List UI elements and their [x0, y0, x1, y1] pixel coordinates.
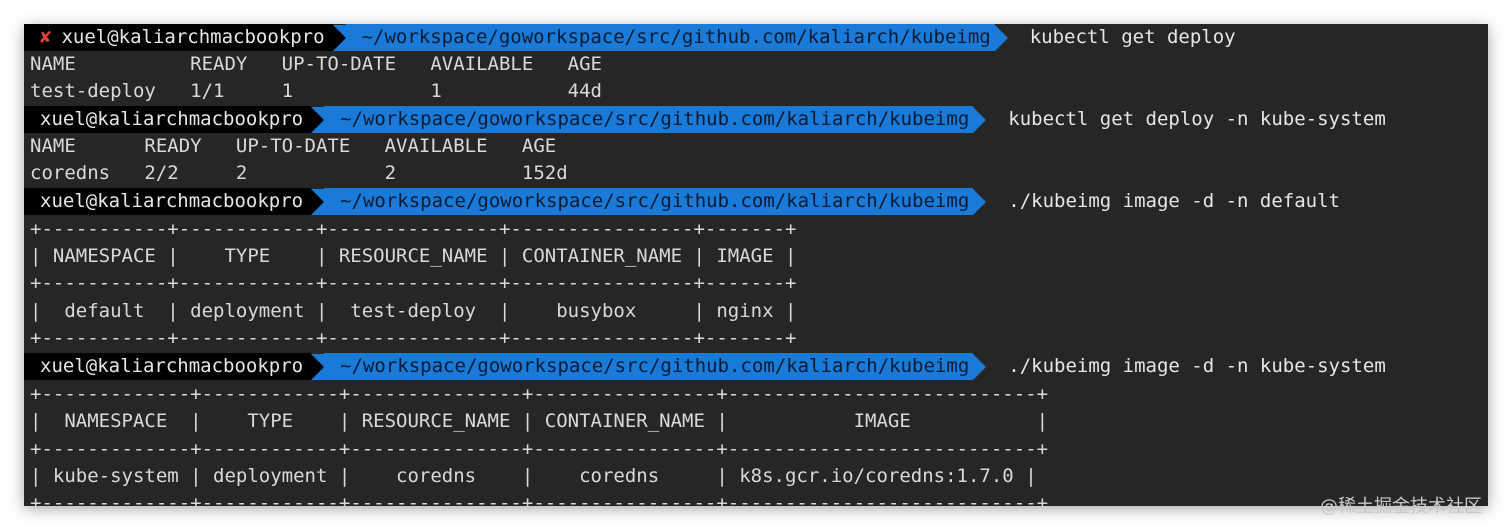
powerline-separator-icon: [332, 24, 346, 51]
prompt-path: ~/workspace/goworkspace/src/github.com/k…: [324, 188, 974, 215]
prompt-user: xuel@kaliarchmacbookpro: [40, 108, 304, 130]
powerline-separator-icon: [311, 188, 325, 215]
prompt-path: ~/workspace/goworkspace/src/github.com/k…: [345, 24, 995, 51]
table-border: +-----------+------------+--------------…: [30, 272, 797, 294]
terminal-window[interactable]: ✘ xuel@kaliarchmacbookpro ~/workspace/go…: [24, 24, 1488, 506]
prompt-user-segment: xuel@kaliarchmacbookpro: [24, 353, 312, 380]
prompt-user: xuel@kaliarchmacbookpro: [40, 190, 304, 212]
watermark: @稀土掘金技术社区: [1320, 496, 1482, 517]
prompt-user: xuel@kaliarchmacbookpro: [61, 26, 325, 48]
prompt-user-segment: xuel@kaliarchmacbookpro: [24, 106, 312, 133]
command-text: ./kubeimg image -d -n kube-system: [1008, 355, 1386, 377]
prompt-line: xuel@kaliarchmacbookpro ~/workspace/gowo…: [24, 353, 1386, 380]
powerline-end-icon: [973, 106, 987, 133]
prompt-path: ~/workspace/goworkspace/src/github.com/k…: [324, 353, 974, 380]
prompt-user-segment: ✘ xuel@kaliarchmacbookpro: [24, 24, 333, 51]
table-border: +-------------+------------+------------…: [30, 492, 1049, 506]
prompt-user-segment: xuel@kaliarchmacbookpro: [24, 188, 312, 215]
command-text: kubectl get deploy: [1029, 26, 1236, 48]
output-line: test-deploy 1/1 1 1 44d: [30, 80, 602, 102]
prompt-line: ✘ xuel@kaliarchmacbookpro ~/workspace/go…: [24, 24, 1236, 51]
powerline-separator-icon: [311, 353, 325, 380]
table-row: | default | deployment | test-deploy | b…: [30, 300, 797, 322]
table-border: +-----------+------------+--------------…: [30, 218, 797, 240]
prompt-user: xuel@kaliarchmacbookpro: [40, 355, 304, 377]
table-header-row: | NAMESPACE | TYPE | RESOURCE_NAME | CON…: [30, 245, 797, 267]
table-border: +-------------+------------+------------…: [30, 383, 1049, 405]
error-icon: ✘: [40, 26, 52, 48]
prompt-line: xuel@kaliarchmacbookpro ~/workspace/gowo…: [24, 106, 1386, 133]
powerline-end-icon: [973, 353, 987, 380]
prompt-line: xuel@kaliarchmacbookpro ~/workspace/gowo…: [24, 188, 1340, 215]
table-border: +-----------+------------+--------------…: [30, 327, 797, 349]
output-line: coredns 2/2 2 2 152d: [30, 162, 568, 184]
powerline-separator-icon: [311, 106, 325, 133]
command-text: ./kubeimg image -d -n default: [1008, 190, 1340, 212]
powerline-end-icon: [973, 188, 987, 215]
output-line: NAME READY UP-TO-DATE AVAILABLE AGE: [30, 135, 557, 157]
powerline-end-icon: [994, 24, 1008, 51]
table-header-row: | NAMESPACE | TYPE | RESOURCE_NAME | CON…: [30, 410, 1049, 432]
table-row: | kube-system | deployment | coredns | c…: [30, 465, 1037, 487]
output-line: NAME READY UP-TO-DATE AVAILABLE AGE: [30, 53, 602, 75]
table-border: +-------------+------------+------------…: [30, 438, 1049, 460]
prompt-path: ~/workspace/goworkspace/src/github.com/k…: [324, 106, 974, 133]
command-text: kubectl get deploy -n kube-system: [1008, 108, 1386, 130]
